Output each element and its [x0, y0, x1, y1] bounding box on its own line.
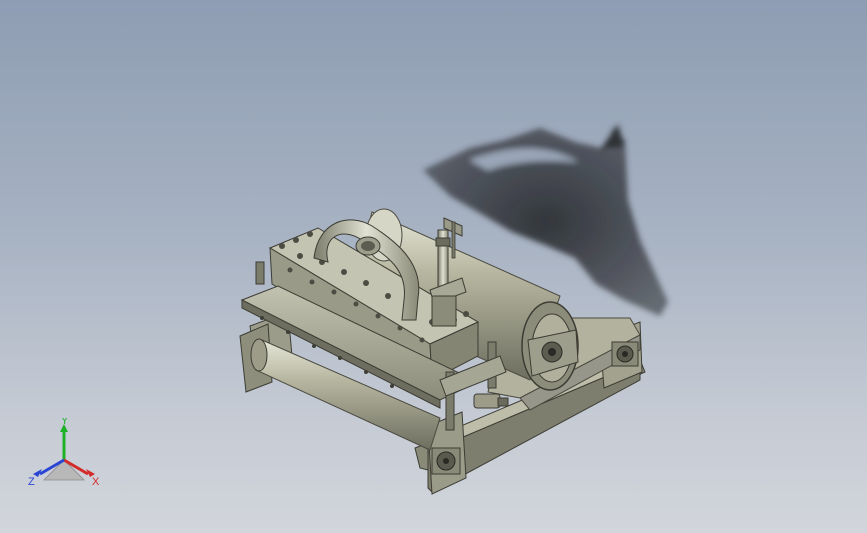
y-axis-label: Y	[61, 418, 69, 427]
3d-model-view[interactable]	[0, 0, 867, 533]
triad-base	[43, 459, 85, 481]
graphics-viewport[interactable]: Y X Z	[0, 0, 867, 533]
z-axis-label: Z	[28, 476, 35, 488]
bearing-block-left[interactable]	[431, 447, 461, 475]
x-axis-label: X	[92, 476, 100, 488]
bearing-block-right[interactable]	[611, 341, 639, 367]
drum-end-pulley[interactable]	[521, 301, 579, 391]
axis-triad: Y X Z	[28, 418, 100, 488]
